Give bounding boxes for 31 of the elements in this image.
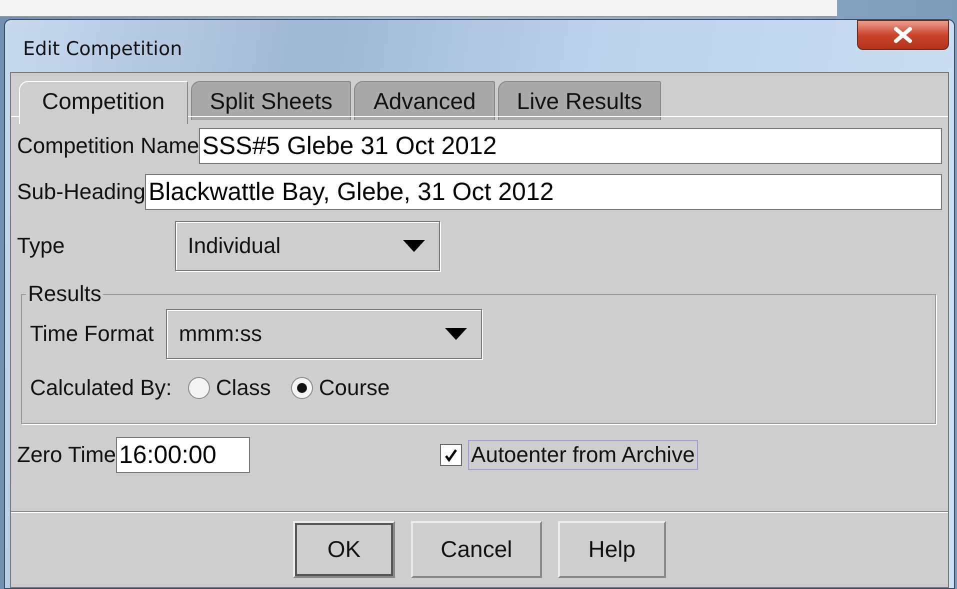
caret-icon	[444, 328, 467, 340]
dialog-button[interactable]: Help	[558, 521, 666, 578]
checkbox-label[interactable]: Autoenter from Archive	[468, 440, 698, 470]
dropdown[interactable]: mmm:ss	[166, 309, 482, 359]
tab[interactable]: Advanced	[354, 81, 495, 120]
checkbox[interactable]	[440, 444, 462, 466]
text-field[interactable]: Blackwattle Bay, Glebe, 31 Oct 2012	[145, 174, 942, 210]
tab[interactable]: Competition	[19, 81, 188, 124]
time-field[interactable]: 16:00:00	[116, 437, 250, 473]
field-label: Type	[17, 233, 65, 259]
radio-button[interactable]	[290, 377, 313, 399]
checkmark-icon	[444, 448, 458, 462]
window-title: Edit Competition	[23, 37, 182, 60]
group-title: Results	[27, 281, 102, 307]
tab[interactable]: Live Results	[498, 81, 662, 120]
field-label: Zero Time	[17, 442, 116, 468]
close-button[interactable]	[857, 20, 949, 50]
tab[interactable]: Split Sheets	[190, 81, 352, 120]
radio-button[interactable]	[188, 377, 210, 399]
text-field[interactable]: SSS#5 Glebe 31 Oct 2012	[199, 128, 942, 164]
radio-label[interactable]: Course	[318, 375, 390, 401]
dropdown[interactable]: Individual	[174, 221, 440, 271]
field-label: Sub-Heading	[17, 179, 146, 205]
field-label: Time Format	[30, 321, 154, 347]
field-label: Competition Name	[17, 133, 200, 159]
field-label: Calculated By:	[30, 375, 172, 401]
dialog-button[interactable]: Cancel	[410, 521, 542, 578]
dialog-button[interactable]: OK	[293, 521, 395, 578]
radio-label[interactable]: Class	[216, 375, 271, 401]
caret-icon	[402, 240, 425, 252]
close-icon	[892, 26, 914, 44]
